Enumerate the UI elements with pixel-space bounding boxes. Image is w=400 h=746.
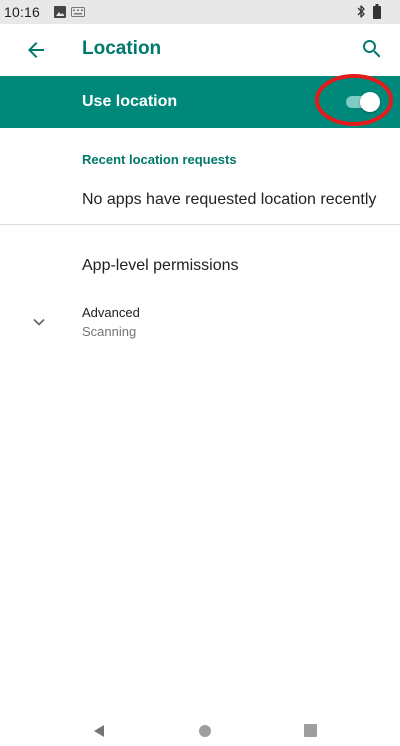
no-recent-requests-text: No apps have requested location recently xyxy=(82,191,377,208)
status-time: 10:16 xyxy=(4,4,41,20)
nav-home-icon[interactable] xyxy=(198,724,212,738)
photo-icon xyxy=(54,6,66,18)
battery-icon xyxy=(373,4,381,19)
search-icon[interactable] xyxy=(360,37,384,61)
use-location-label: Use location xyxy=(82,93,178,110)
status-bar: 10:16 xyxy=(0,0,400,24)
page-title: Location xyxy=(82,38,162,59)
use-location-toggle[interactable] xyxy=(342,92,382,112)
advanced-title: Advanced xyxy=(82,305,140,320)
advanced-summary: Scanning xyxy=(82,324,137,339)
nav-back-icon[interactable] xyxy=(92,724,106,738)
toggle-thumb xyxy=(360,92,380,112)
bluetooth-icon xyxy=(357,5,365,18)
keyboard-icon xyxy=(71,7,85,17)
navigation-bar xyxy=(0,716,400,746)
app-level-permissions-item[interactable]: App-level permissions xyxy=(0,240,400,292)
divider xyxy=(0,224,400,225)
back-arrow-icon[interactable] xyxy=(24,38,48,62)
app-level-permissions-label: App-level permissions xyxy=(82,257,239,274)
chevron-down-icon xyxy=(33,318,45,326)
use-location-switch-bar[interactable]: Use location xyxy=(0,76,400,128)
nav-recents-icon[interactable] xyxy=(304,724,317,737)
app-bar: Location xyxy=(0,24,400,76)
advanced-item[interactable]: Advanced Scanning xyxy=(0,296,400,348)
recent-requests-header: Recent location requests xyxy=(82,152,237,167)
